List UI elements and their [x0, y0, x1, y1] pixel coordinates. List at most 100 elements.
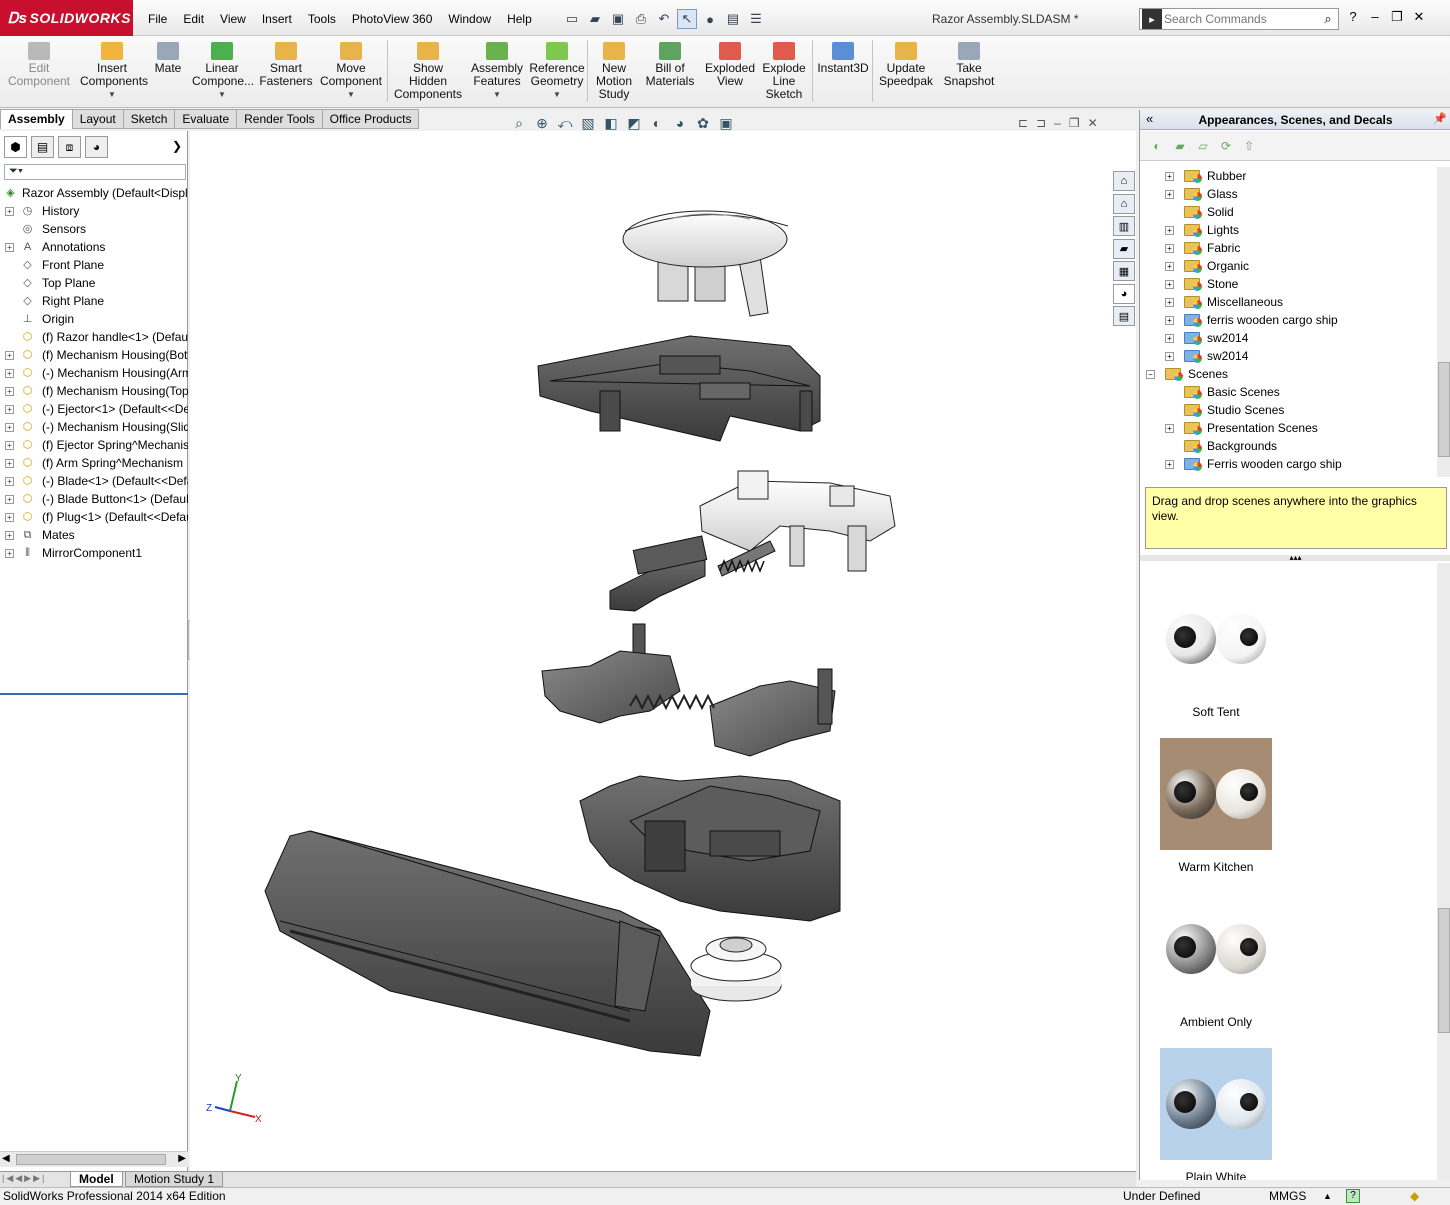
tab-render-tools[interactable]: Render Tools — [237, 109, 323, 129]
thumbnails-scrollbar[interactable] — [1437, 563, 1450, 1180]
dropdown-arrow-icon[interactable]: ▼ — [318, 88, 384, 101]
expand-icon[interactable]: + — [5, 441, 14, 450]
expand-icon[interactable]: + — [5, 423, 14, 432]
plug-part[interactable] — [690, 936, 782, 1002]
tree-node[interactable]: + ⬡ (f) Mechanism Housing(Bottom)<1> — [0, 346, 188, 364]
feature-manager-tree-icon[interactable]: ⬢ — [4, 136, 27, 158]
appearance-folder[interactable]: − Scenes — [1140, 365, 1437, 383]
scene-thumbnail[interactable]: Warm Kitchen — [1160, 738, 1272, 874]
dropdown-arrow-icon[interactable]: ▼ — [80, 88, 144, 101]
tab-assembly[interactable]: Assembly — [0, 109, 73, 129]
mechanism-housing-slider-part[interactable] — [699, 470, 896, 572]
search-commands-box[interactable]: ▸ ⌕ — [1139, 8, 1339, 30]
exploded-razor-model[interactable] — [190, 131, 1136, 1171]
search-input[interactable] — [1164, 12, 1318, 26]
task-pane-splitter[interactable]: ▴▴▴ — [1140, 554, 1450, 562]
viewport-restore-icon[interactable]: ❐ — [1069, 116, 1080, 130]
menu-item-photoview-360[interactable]: PhotoView 360 — [344, 10, 441, 28]
section-view-icon[interactable]: ▧ — [579, 115, 597, 132]
menu-item-view[interactable]: View — [212, 10, 254, 28]
appearance-folder[interactable]: + Fabric — [1140, 239, 1437, 257]
expand-icon[interactable]: + — [1165, 352, 1174, 361]
tree-node[interactable]: + ⬡ (-) Blade Button<1> (Default<<Default>… — [0, 490, 188, 508]
edit-component-button[interactable]: Edit Component — [6, 40, 72, 88]
tree-scroll-thumb[interactable] — [1438, 362, 1450, 457]
expand-icon[interactable]: + — [1165, 298, 1174, 307]
viewport-expand-icon[interactable]: ⊐ — [1036, 116, 1046, 130]
take-snapshot-button[interactable]: Take Snapshot — [940, 40, 998, 88]
quick-tips-icon[interactable]: ? — [1346, 1189, 1360, 1203]
scene-preview-image[interactable] — [1160, 1048, 1272, 1160]
tab-evaluate[interactable]: Evaluate — [175, 109, 238, 129]
help-icon[interactable]: ? — [1345, 9, 1361, 25]
expand-icon[interactable]: + — [5, 243, 14, 252]
close-icon[interactable]: ✕ — [1411, 9, 1427, 25]
tree-node[interactable]: + ⫴ MirrorComponent1 — [0, 544, 188, 562]
explode-line-sketch-button[interactable]: Explode Line Sketch — [760, 40, 808, 101]
minimize-icon[interactable]: – — [1367, 9, 1383, 25]
tree-scrollbar[interactable] — [1437, 167, 1450, 477]
expand-icon[interactable]: + — [1165, 190, 1174, 199]
appearance-folder[interactable]: + Glass — [1140, 185, 1437, 203]
tree-node[interactable]: + ⧉ Mates — [0, 526, 188, 544]
expand-icon[interactable]: + — [1165, 424, 1174, 433]
expand-icon[interactable]: + — [5, 459, 14, 468]
panel-expand-icon[interactable]: ❯ — [172, 139, 182, 153]
dropdown-arrow-icon[interactable]: ▼ — [528, 88, 586, 101]
tree-node[interactable]: + ⬡ (-) Ejector<1> (Default<<Default>>) — [0, 400, 188, 418]
expand-icon[interactable]: + — [1165, 280, 1174, 289]
select-cursor-icon[interactable]: ↖ — [677, 9, 697, 29]
appearance-folder[interactable]: + Presentation Scenes — [1140, 419, 1437, 437]
menu-item-insert[interactable]: Insert — [254, 10, 300, 28]
scene-preview-image[interactable] — [1160, 738, 1272, 850]
forward-icon[interactable]: ▰ — [1171, 137, 1189, 155]
appearance-folder[interactable]: + sw2014 — [1140, 347, 1437, 365]
expand-icon[interactable]: + — [1165, 460, 1174, 469]
appearance-folder[interactable]: Studio Scenes — [1140, 401, 1437, 419]
tree-node[interactable]: ◇ Top Plane — [0, 274, 188, 292]
unit-system[interactable]: MMGS — [1269, 1188, 1306, 1205]
new-document-icon[interactable]: ▭ — [562, 9, 582, 29]
show-hidden-components-button[interactable]: Show Hidden Components — [392, 40, 464, 101]
expand-icon[interactable]: + — [1165, 172, 1174, 181]
property-manager-icon[interactable]: ▤ — [31, 136, 54, 158]
scroll-left-icon[interactable]: ◀ — [2, 1153, 10, 1164]
appearance-folder[interactable]: Backgrounds — [1140, 437, 1437, 455]
scene-preview-image[interactable] — [1160, 893, 1272, 1005]
expand-icon[interactable]: + — [1165, 334, 1174, 343]
menu-item-edit[interactable]: Edit — [175, 10, 212, 28]
display-style-icon[interactable]: ◩ — [625, 115, 643, 132]
expand-icon[interactable]: + — [5, 351, 14, 360]
insert-components-button[interactable]: Insert Components ▼ — [80, 40, 148, 101]
update-speedpak-button[interactable]: Update Speedpak — [878, 40, 934, 88]
tree-node[interactable]: + ⬡ (-) Mechanism Housing(Arm)<1> — [0, 364, 188, 382]
scene-preview-image[interactable] — [1160, 583, 1272, 695]
move-component-button[interactable]: Move Component ▼ — [318, 40, 384, 101]
mechanism-housing-top-part[interactable] — [537, 335, 821, 442]
smart-fasteners-button[interactable]: Smart Fasteners — [258, 40, 314, 88]
expand-icon[interactable]: + — [1165, 226, 1174, 235]
open-folder-icon[interactable]: ▰ — [585, 9, 605, 29]
viewport-minimize-icon[interactable]: – — [1054, 116, 1061, 130]
expand-icon[interactable]: + — [5, 369, 14, 378]
appearance-folder[interactable]: + Stone — [1140, 275, 1437, 293]
expand-icon[interactable]: + — [5, 405, 14, 414]
appearance-folder[interactable]: + Rubber — [1140, 167, 1437, 185]
file-properties-icon[interactable]: ▤ — [723, 9, 743, 29]
exploded-view-button[interactable]: Exploded View — [702, 40, 758, 88]
configuration-manager-icon[interactable]: ⧈ — [58, 136, 81, 158]
refresh-icon[interactable]: ⟳ — [1217, 137, 1235, 155]
horizontal-scrollbar[interactable]: ◀ ▶ — [0, 1151, 188, 1167]
home-icon[interactable]: ⌂ — [1113, 193, 1135, 214]
zoom-to-area-icon[interactable]: ⊕ — [533, 115, 551, 132]
view-orientation-icon[interactable]: ◧ — [602, 115, 620, 132]
expand-icon[interactable]: + — [5, 207, 14, 216]
custom-properties-icon[interactable]: ▤ — [1113, 306, 1135, 326]
expand-icon[interactable]: + — [5, 513, 14, 522]
restore-icon[interactable]: ❐ — [1389, 9, 1405, 25]
scene-thumbnail[interactable]: Ambient Only — [1160, 893, 1272, 1029]
display-manager-icon[interactable]: ◕ — [85, 136, 108, 158]
expand-icon[interactable]: + — [5, 531, 14, 540]
assembly-features-button[interactable]: Assembly Features ▼ — [470, 40, 524, 101]
tree-node[interactable]: + ⬡ (-) Blade<1> (Default<<Default>>) — [0, 472, 188, 490]
